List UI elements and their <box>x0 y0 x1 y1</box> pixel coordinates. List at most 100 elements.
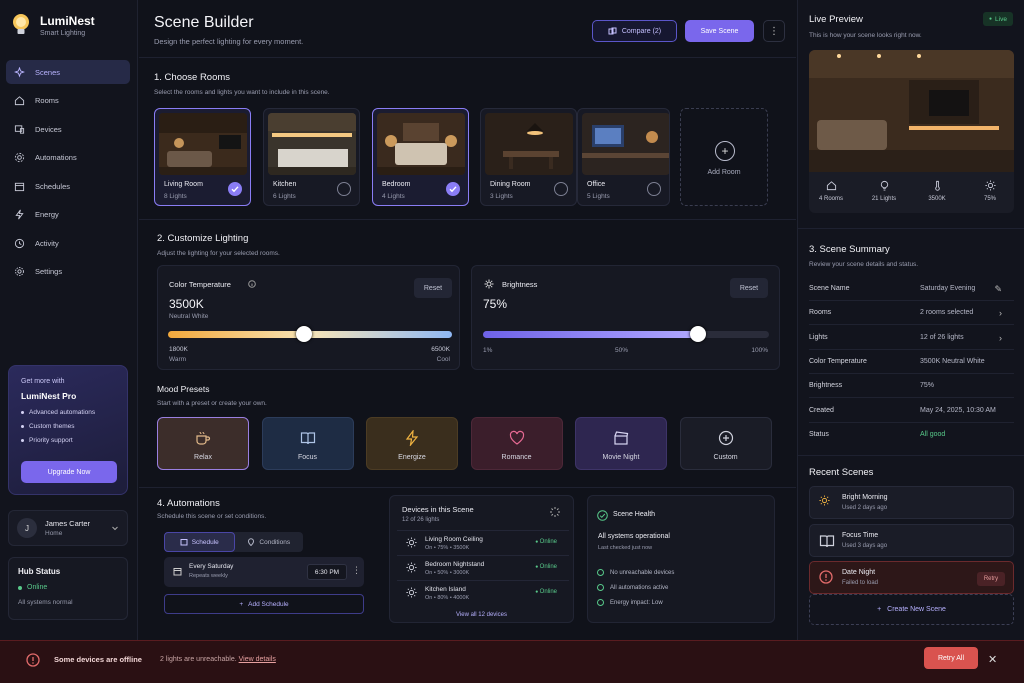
brightness-fill <box>483 331 698 338</box>
avatar: J <box>17 518 37 538</box>
room-card-dining-room[interactable]: Dining Room 3 Lights <box>480 108 577 206</box>
user-menu[interactable]: J James Carter Home <box>8 510 128 546</box>
sidebar-item-rooms[interactable]: Rooms <box>6 89 130 113</box>
compare-icon <box>608 27 617 34</box>
check-circle-icon <box>597 599 604 606</box>
info-icon[interactable] <box>248 280 256 288</box>
mood-label: Custom <box>713 454 738 461</box>
mood-preset-custom[interactable]: Custom <box>679 417 772 470</box>
hub-status-title: Hub Status <box>18 567 61 576</box>
divider <box>798 455 1024 456</box>
device-row[interactable]: Living Room Ceiling On • 75% • 3500K Onlin… <box>397 530 569 554</box>
app: LumiNest Smart Lighting Scenes Rooms Dev… <box>0 0 1024 683</box>
summary-row[interactable]: Scene Name Saturday Evening ✎ <box>809 277 1014 301</box>
summary-row: Status All good <box>809 423 1014 447</box>
gear-icon <box>15 267 24 276</box>
summary-key: Status <box>809 430 829 438</box>
brightness-slider[interactable] <box>483 331 769 338</box>
room-card-living-room[interactable]: Living Room 8 Lights <box>154 108 251 206</box>
bulb-logo-icon <box>13 14 29 34</box>
calendar-icon <box>14 182 25 191</box>
mood-preset-energize[interactable]: Energize <box>366 417 458 470</box>
sidebar-item-settings[interactable]: Settings <box>6 260 130 284</box>
retry-all-button[interactable]: Retry All <box>924 647 978 669</box>
device-name: Kitchen Island <box>425 586 466 593</box>
room-card-kitchen[interactable]: Kitchen 6 Lights <box>263 108 360 206</box>
preview-stat-label: 75% <box>983 196 996 202</box>
calendar-icon <box>180 539 188 546</box>
device-row[interactable]: Bedroom Nightstand On • 50% • 3000K Online <box>397 555 569 579</box>
book-icon <box>263 430 353 446</box>
summary-row[interactable]: Lights 12 of 26 lights › <box>809 326 1014 350</box>
compare-button[interactable]: Compare (2) <box>592 20 677 42</box>
mood-preset-relax[interactable]: Relax <box>157 417 249 470</box>
sidebar-item-automations[interactable]: Automations <box>6 146 130 170</box>
schedule-item[interactable]: Every Saturday Repeats weekly 6:30 PM ⋮ <box>164 557 364 587</box>
sidebar-item-activity[interactable]: Activity <box>6 231 130 255</box>
add-room-label: Add Room <box>707 169 741 176</box>
device-status: Online <box>535 539 557 545</box>
rooms-section-title: 1. Choose Rooms <box>154 72 231 83</box>
view-all-devices-link[interactable]: View all 12 devices <box>390 612 573 618</box>
close-icon[interactable]: ✕ <box>988 653 997 666</box>
room-card-office[interactable]: Office 5 Lights <box>577 108 670 206</box>
lightning-icon <box>367 430 457 446</box>
create-new-scene-button[interactable]: + Create New Scene <box>809 594 1014 625</box>
tab-schedule[interactable]: Schedule <box>164 532 235 552</box>
room-card-bedroom[interactable]: Bedroom 4 Lights <box>372 108 469 206</box>
chevron-right-icon[interactable]: › <box>999 308 1002 318</box>
chevron-right-icon[interactable]: › <box>999 333 1002 343</box>
sidebar-item-scenes[interactable]: Scenes <box>6 60 130 84</box>
tab-conditions[interactable]: Conditions <box>235 532 304 552</box>
sun-icon <box>406 562 417 573</box>
brand: LumiNest Smart Lighting <box>10 12 95 38</box>
schedule-desc: Repeats weekly <box>189 573 228 579</box>
save-scene-button[interactable]: Save Scene <box>685 20 754 42</box>
schedule-time-field[interactable]: 6:30 PM <box>307 564 347 580</box>
lightning-icon <box>15 209 24 220</box>
automation-tabs: Schedule Conditions <box>164 532 303 552</box>
plus-icon: + <box>715 141 735 161</box>
add-room-button[interactable]: + Add Room <box>680 108 768 206</box>
health-item-label: Energy impact: Low <box>610 599 663 606</box>
recent-scene-item[interactable]: Focus Time Used 3 days ago <box>809 523 1014 557</box>
sidebar-item-energy[interactable]: Energy <box>6 203 130 227</box>
checkbox-checked[interactable] <box>446 182 460 196</box>
more-options-button[interactable]: ⋮ <box>763 20 785 42</box>
summary-key: Scene Name <box>809 285 850 292</box>
room-name: Kitchen <box>273 181 297 188</box>
live-badge-label: Live <box>995 15 1007 23</box>
checkbox-unchecked[interactable] <box>337 182 351 196</box>
recent-scene-item[interactable]: Bright Morning Used 2 days ago <box>809 486 1014 519</box>
checkbox-unchecked[interactable] <box>554 182 568 196</box>
room-name: Dining Room <box>490 181 531 188</box>
checkbox-checked[interactable] <box>228 182 242 196</box>
slider-handle[interactable] <box>689 326 706 342</box>
add-schedule-button[interactable]: + Add Schedule <box>164 594 364 614</box>
summary-row[interactable]: Rooms 2 rooms selected › <box>809 301 1014 326</box>
slider-handle[interactable] <box>296 326 312 342</box>
device-row[interactable]: Kitchen Island On • 80% • 4000K Online <box>397 580 569 604</box>
devices-icon <box>14 124 25 134</box>
edit-icon[interactable]: ✎ <box>994 284 1002 295</box>
checkbox-unchecked[interactable] <box>647 182 661 196</box>
mood-preset-movie-night[interactable]: Movie Night <box>575 417 667 470</box>
reset-temperature-button[interactable]: Reset <box>414 278 452 298</box>
tab-label: Schedule <box>191 538 219 546</box>
device-detail: On • 80% • 4000K <box>425 595 470 601</box>
more-vertical-icon[interactable]: ⋮ <box>352 565 361 576</box>
sidebar-item-devices[interactable]: Devices <box>6 117 130 141</box>
retry-button[interactable]: Retry <box>977 572 1005 586</box>
sidebar-item-schedules[interactable]: Schedules <box>6 174 130 198</box>
mood-preset-focus[interactable]: Focus <box>261 417 354 470</box>
loading-spinner-icon <box>550 507 560 517</box>
view-details-link[interactable]: View details <box>239 656 276 663</box>
reset-brightness-button[interactable]: Reset <box>730 278 768 298</box>
mood-preset-romance[interactable]: Romance <box>470 417 563 470</box>
brightness-card: Brightness Reset 75% 1% 50% 100% <box>471 265 780 370</box>
upgrade-button[interactable]: Upgrade Now <box>21 461 117 483</box>
sun-icon <box>406 587 417 598</box>
chevron-down-icon <box>112 526 118 531</box>
recent-scene-item[interactable]: Date Night Failed to load Retry <box>809 561 1014 594</box>
hub-detail: All systems normal <box>18 599 73 606</box>
